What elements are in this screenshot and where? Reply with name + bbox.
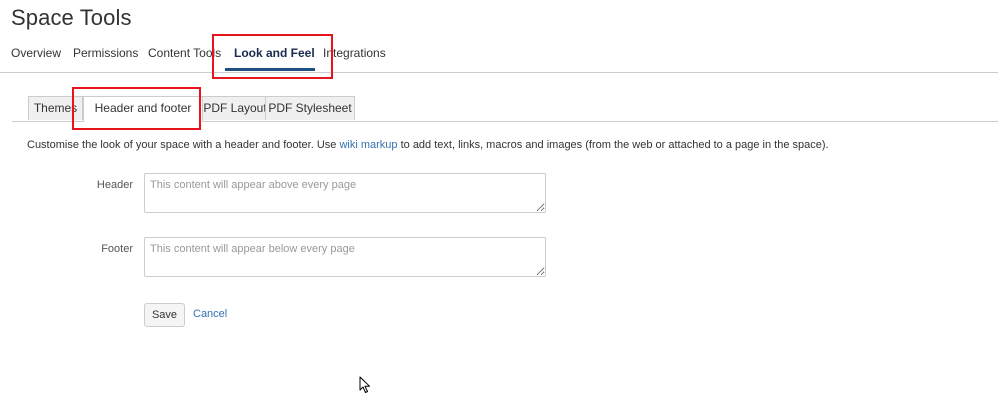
nav-tab-look-and-feel[interactable]: Look and Feel [234, 46, 315, 60]
cancel-link[interactable]: Cancel [193, 308, 227, 320]
nav-tab-overview[interactable]: Overview [11, 46, 61, 60]
description-text-after: to add text, links, macros and images (f… [397, 139, 829, 151]
page-title: Space Tools [11, 5, 132, 30]
wiki-markup-link[interactable]: wiki markup [339, 139, 397, 151]
space-tools-page: Space Tools Overview Permissions Content… [0, 0, 998, 412]
save-button[interactable]: Save [144, 303, 185, 327]
nav-tab-permissions[interactable]: Permissions [73, 46, 138, 60]
nav-tab-content-tools[interactable]: Content Tools [148, 46, 221, 60]
description-text-before: Customise the look of your space with a … [27, 139, 340, 151]
footer-field-label: Footer [101, 243, 133, 255]
mouse-pointer-icon [359, 376, 370, 393]
subtab-header-and-footer[interactable]: Header and footer [83, 96, 203, 122]
footer-textarea[interactable] [144, 237, 546, 277]
subtab-pdf-layout[interactable]: PDF Layout [194, 96, 276, 120]
subtab-pdf-stylesheet[interactable]: PDF Stylesheet [265, 96, 355, 120]
active-tab-indicator [225, 68, 315, 71]
nav-tab-integrations[interactable]: Integrations [323, 46, 386, 60]
page-description: Customise the look of your space with a … [27, 139, 829, 151]
space-tools-nav: Overview Permissions Content Tools Look … [0, 44, 998, 73]
header-field-label: Header [96, 179, 133, 191]
look-and-feel-subtabs: Themes Header and footer PDF Layout PDF … [12, 96, 998, 122]
subtab-themes[interactable]: Themes [28, 96, 83, 120]
header-textarea[interactable] [144, 173, 546, 213]
